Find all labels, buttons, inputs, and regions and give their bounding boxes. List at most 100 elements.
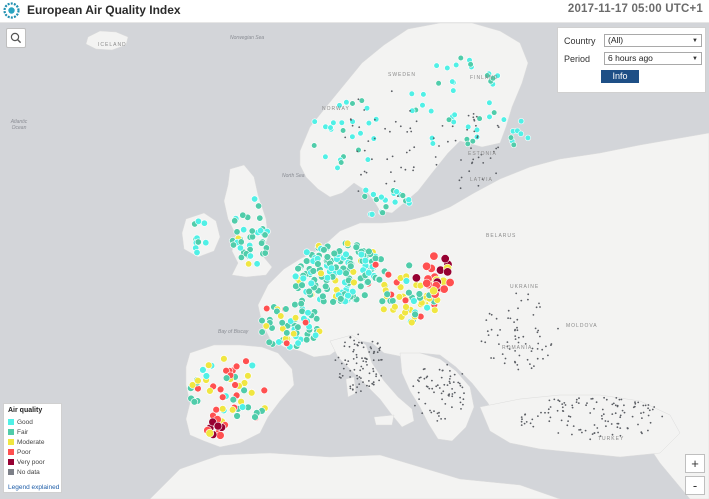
no-data-station-marker[interactable] — [486, 330, 489, 333]
no-data-station-marker[interactable] — [412, 166, 415, 169]
station-marker[interactable] — [408, 318, 416, 327]
station-marker[interactable] — [361, 256, 370, 265]
station-marker[interactable] — [350, 278, 358, 287]
station-marker[interactable] — [261, 249, 269, 257]
no-data-station-marker[interactable] — [368, 351, 371, 353]
no-data-station-marker[interactable] — [542, 357, 544, 360]
station-marker[interactable] — [338, 159, 345, 166]
no-data-station-marker[interactable] — [605, 398, 608, 401]
no-data-station-marker[interactable] — [495, 147, 498, 150]
station-marker[interactable] — [251, 195, 259, 203]
station-marker[interactable] — [334, 164, 341, 171]
no-data-station-marker[interactable] — [549, 406, 552, 408]
no-data-station-marker[interactable] — [497, 126, 500, 128]
no-data-station-marker[interactable] — [441, 125, 444, 127]
no-data-station-marker[interactable] — [571, 404, 574, 407]
station-marker[interactable] — [368, 211, 376, 218]
no-data-station-marker[interactable] — [619, 416, 622, 419]
no-data-station-marker[interactable] — [601, 417, 603, 420]
no-data-station-marker[interactable] — [595, 401, 598, 404]
no-data-station-marker[interactable] — [440, 376, 443, 379]
no-data-station-marker[interactable] — [490, 328, 493, 331]
no-data-station-marker[interactable] — [451, 388, 453, 390]
no-data-station-marker[interactable] — [520, 424, 523, 426]
no-data-station-marker[interactable] — [499, 329, 501, 331]
no-data-station-marker[interactable] — [386, 158, 389, 161]
no-data-station-marker[interactable] — [648, 409, 651, 412]
no-data-station-marker[interactable] — [440, 392, 443, 395]
no-data-station-marker[interactable] — [637, 401, 640, 404]
no-data-station-marker[interactable] — [443, 383, 446, 386]
station-marker[interactable] — [443, 267, 453, 277]
station-marker[interactable] — [233, 412, 241, 420]
no-data-station-marker[interactable] — [364, 357, 366, 359]
no-data-station-marker[interactable] — [449, 375, 452, 378]
no-data-station-marker[interactable] — [517, 368, 520, 371]
station-marker[interactable] — [364, 278, 372, 286]
station-marker[interactable] — [429, 286, 439, 296]
station-marker[interactable] — [237, 238, 245, 246]
station-marker[interactable] — [410, 297, 418, 305]
station-marker[interactable] — [309, 267, 317, 275]
no-data-station-marker[interactable] — [490, 313, 493, 316]
no-data-station-marker[interactable] — [369, 346, 372, 348]
no-data-station-marker[interactable] — [661, 415, 664, 418]
no-data-station-marker[interactable] — [596, 427, 599, 429]
no-data-station-marker[interactable] — [435, 385, 438, 388]
station-marker[interactable] — [233, 228, 241, 236]
no-data-station-marker[interactable] — [467, 114, 470, 117]
station-marker[interactable] — [444, 64, 451, 72]
no-data-station-marker[interactable] — [355, 391, 357, 394]
no-data-station-marker[interactable] — [436, 384, 439, 387]
station-marker[interactable] — [330, 249, 338, 258]
no-data-station-marker[interactable] — [521, 418, 523, 421]
no-data-station-marker[interactable] — [372, 383, 375, 386]
no-data-station-marker[interactable] — [449, 382, 451, 385]
station-marker[interactable] — [338, 119, 345, 126]
station-marker[interactable] — [311, 142, 318, 149]
station-marker[interactable] — [365, 269, 373, 277]
station-marker[interactable] — [251, 413, 259, 421]
station-marker[interactable] — [229, 396, 238, 404]
no-data-station-marker[interactable] — [348, 345, 351, 348]
no-data-station-marker[interactable] — [516, 318, 519, 321]
no-data-station-marker[interactable] — [541, 348, 544, 351]
map-search-button[interactable] — [6, 28, 26, 48]
no-data-station-marker[interactable] — [360, 390, 362, 392]
no-data-station-marker[interactable] — [421, 412, 424, 415]
station-marker[interactable] — [297, 300, 305, 308]
no-data-station-marker[interactable] — [647, 404, 650, 406]
no-data-station-marker[interactable] — [415, 120, 418, 123]
station-marker[interactable] — [238, 403, 247, 411]
no-data-station-marker[interactable] — [434, 156, 437, 158]
no-data-station-marker[interactable] — [529, 422, 532, 425]
station-marker[interactable] — [231, 381, 239, 389]
station-marker[interactable] — [399, 192, 407, 199]
station-marker[interactable] — [265, 338, 273, 346]
no-data-station-marker[interactable] — [414, 404, 416, 407]
no-data-station-marker[interactable] — [548, 420, 551, 423]
no-data-station-marker[interactable] — [349, 376, 351, 378]
station-marker[interactable] — [510, 141, 517, 148]
no-data-station-marker[interactable] — [355, 362, 358, 365]
no-data-station-marker[interactable] — [640, 412, 642, 414]
no-data-station-marker[interactable] — [380, 359, 382, 361]
no-data-station-marker[interactable] — [569, 415, 572, 418]
station-marker[interactable] — [322, 282, 330, 291]
station-marker[interactable] — [240, 226, 248, 234]
no-data-station-marker[interactable] — [611, 413, 614, 415]
no-data-station-marker[interactable] — [371, 340, 374, 343]
no-data-station-marker[interactable] — [355, 356, 358, 359]
station-marker[interactable] — [433, 62, 440, 69]
station-marker[interactable] — [275, 338, 283, 346]
station-marker[interactable] — [205, 361, 213, 369]
no-data-station-marker[interactable] — [561, 410, 564, 412]
station-marker[interactable] — [294, 323, 302, 331]
no-data-station-marker[interactable] — [378, 349, 381, 352]
no-data-station-marker[interactable] — [547, 411, 550, 414]
no-data-station-marker[interactable] — [462, 403, 464, 406]
no-data-station-marker[interactable] — [458, 382, 461, 385]
no-data-station-marker[interactable] — [372, 367, 374, 370]
station-marker[interactable] — [320, 246, 328, 254]
no-data-station-marker[interactable] — [338, 376, 341, 378]
